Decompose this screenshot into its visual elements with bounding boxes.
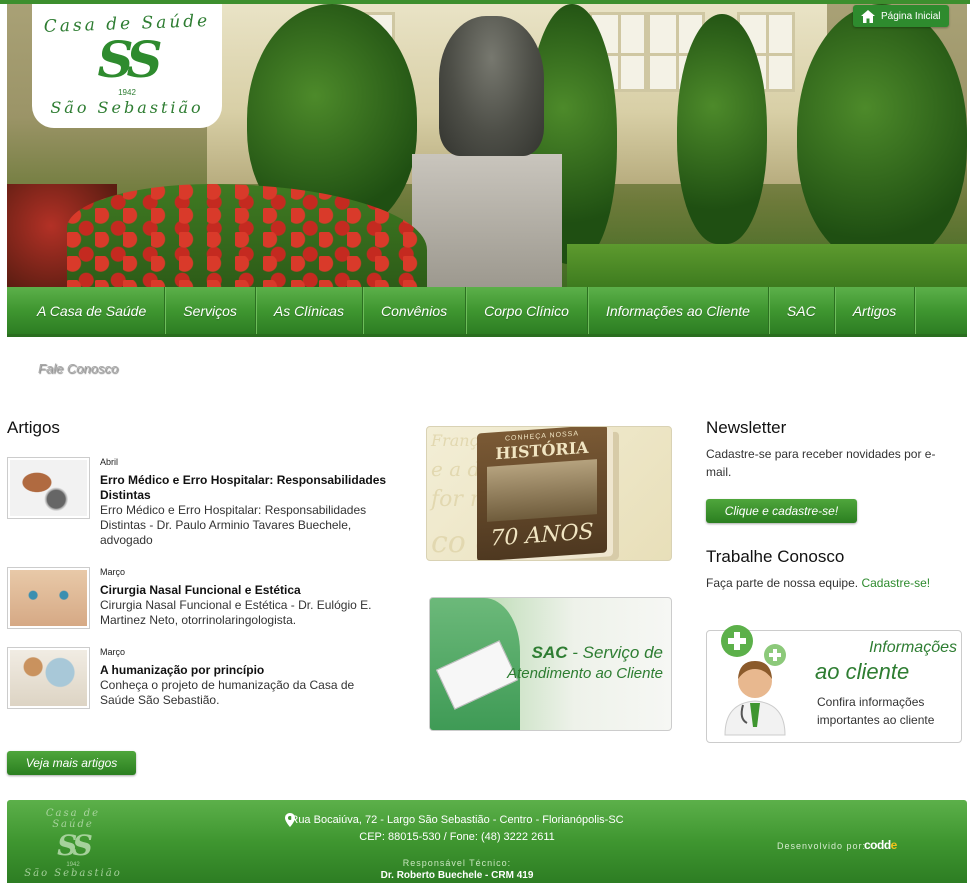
sac-banner[interactable]: SAC - Serviço de Atendimento ao Cliente <box>429 597 672 731</box>
nav-item-convenios[interactable]: Convênios <box>363 287 467 334</box>
newsletter-heading: Newsletter <box>706 418 787 437</box>
article-month: Março <box>100 567 126 577</box>
article-item[interactable]: Março Cirurgia Nasal Funcional e Estétic… <box>7 567 392 632</box>
footer-logo-top: Casa de Saúde <box>45 808 101 830</box>
nav-item-clinicas[interactable]: As Clínicas <box>256 287 363 334</box>
nav-item-servicos[interactable]: Serviços <box>165 287 256 334</box>
article-desc: Erro Médico e Erro Hospitalar: Responsab… <box>100 503 367 547</box>
trabalhe-heading: Trabalhe Conosco <box>706 547 845 566</box>
logo-monogram: SS <box>97 30 162 89</box>
subnav-fale-conosco[interactable]: Fale Conosco <box>38 361 118 376</box>
logo-bottom-text: São Sebastião <box>50 98 204 117</box>
resp-tecnico-name: Dr. Roberto Buechele - CRM 419 <box>380 870 534 881</box>
article-item[interactable]: Abril Erro Médico e Erro Hospitalar: Res… <box>7 457 392 552</box>
info-text: Confira informações importantes ao clien… <box>817 695 935 727</box>
history-book: CONHEÇA NOSSA HISTÓRIA 70 ANOS <box>477 427 607 560</box>
article-month: Abril <box>100 457 119 467</box>
historia-banner[interactable]: França Saúde Estrada e a de for ma co ço… <box>426 426 672 561</box>
footer-logo[interactable]: Casa de Saúde SS 1942 São Sebastião <box>23 808 123 880</box>
article-month: Março <box>100 647 126 657</box>
info-title1: Informações <box>868 639 957 656</box>
logo-year: 1942 <box>118 88 136 97</box>
trabalhe-text: Faça parte de nossa equipe. Cadastre-se! <box>706 576 931 590</box>
tree <box>677 14 767 244</box>
newsletter-signup-button[interactable]: Clique e cadastre-se! <box>706 499 857 523</box>
doctor-icon <box>721 625 786 736</box>
info-cliente-banner[interactable]: Informações ao cliente Confira informaçõ… <box>706 625 962 743</box>
nav-item-casa[interactable]: A Casa de Saúde <box>19 287 166 334</box>
footer-address: Rua Bocaiúva, 72 - Largo São Sebastião -… <box>277 812 637 846</box>
developer-logo[interactable]: codde <box>864 838 897 852</box>
sac-line2: Atendimento ao Cliente <box>507 665 663 682</box>
article-desc: Conheça o projeto de humanização da Casa… <box>100 678 355 707</box>
sac-line1: SAC - Serviço de <box>531 643 663 662</box>
tree <box>797 4 967 264</box>
main-nav: A Casa de Saúde Serviços As Clínicas Con… <box>7 287 967 337</box>
nav-item-corpo-clinico[interactable]: Corpo Clínico <box>466 287 588 334</box>
home-icon <box>861 9 875 23</box>
info-title2: ao cliente <box>815 659 910 684</box>
nav-item-artigos[interactable]: Artigos <box>835 287 916 334</box>
artigos-heading: Artigos <box>7 418 60 437</box>
care-icon <box>7 647 90 709</box>
statue-plinth <box>412 154 562 287</box>
address-line: Rua Bocaiúva, 72 - Largo São Sebastião -… <box>290 814 624 826</box>
nav-item-sac[interactable]: SAC <box>769 287 835 334</box>
trabalhe-signup-link[interactable]: Cadastre-se! <box>861 576 930 590</box>
nav-item-informacoes[interactable]: Informações ao Cliente <box>588 287 769 334</box>
footer: Casa de Saúde SS 1942 São Sebastião Rua … <box>7 800 967 883</box>
more-articles-button[interactable]: Veja mais artigos <box>7 751 136 775</box>
stethoscope-gavel-icon <box>7 457 90 519</box>
footer-logo-bottom: São Sebastião <box>24 868 122 879</box>
article-desc: Cirurgia Nasal Funcional e Estética - Dr… <box>100 598 372 627</box>
home-label: Página Inicial <box>881 10 941 22</box>
home-button[interactable]: Página Inicial <box>853 5 949 27</box>
book-years: 70 ANOS <box>490 519 594 552</box>
face-icon <box>7 567 90 629</box>
article-item[interactable]: Março A humanização por princípio Conheç… <box>7 647 392 712</box>
book-photo <box>487 459 597 522</box>
newsletter-text: Cadastre-se para receber novidades por e… <box>706 447 936 479</box>
cep-phone-line: CEP: 88015-530 / Fone: (48) 3222 2611 <box>359 831 555 843</box>
article-title[interactable]: A humanização por princípio <box>100 663 392 678</box>
statue-bust <box>439 16 544 156</box>
article-title[interactable]: Cirurgia Nasal Funcional e Estética <box>100 583 392 598</box>
developer-label: Desenvolvido por: <box>777 841 867 851</box>
site-logo[interactable]: Casa de Saúde SS 1942 São Sebastião <box>32 4 222 128</box>
resp-tecnico-label: Responsável Técnico: <box>402 858 512 868</box>
footer-logo-monogram: SS <box>57 829 93 862</box>
article-title[interactable]: Erro Médico e Erro Hospitalar: Responsab… <box>100 473 392 503</box>
lawn <box>567 244 967 287</box>
